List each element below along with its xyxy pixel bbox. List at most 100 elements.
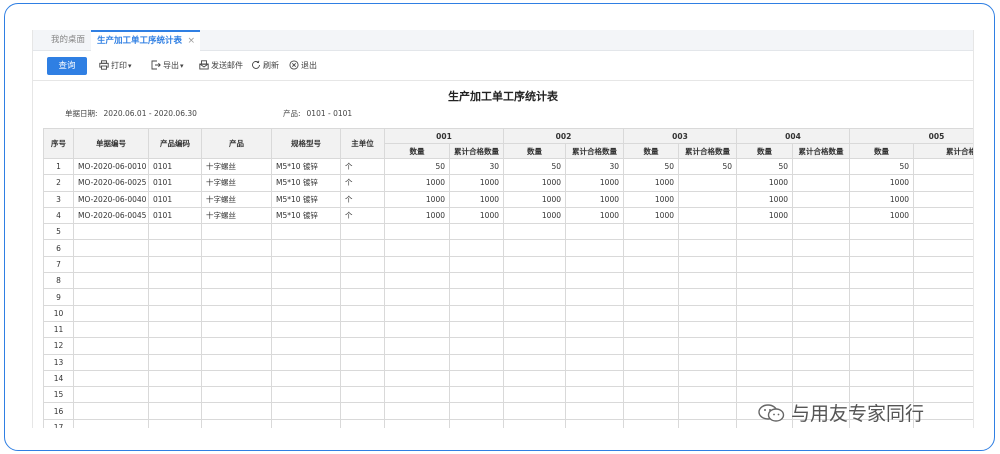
cell-seq: 10 [43,304,74,322]
table-row[interactable]: 2 MO-2020-06-0025 0101 十字螺丝 M5*10 镀锌个 1000 100… [43,174,973,192]
print-button[interactable]: 打印▾ [99,57,132,75]
export-button[interactable]: 导出▾ [151,57,184,75]
cell-quantity [384,272,450,290]
cell-cumulative-qualified [913,320,973,339]
refresh-icon [252,60,260,69]
cell-unit [340,320,385,339]
table-row[interactable]: 9 [43,288,973,306]
cell-product [201,239,272,257]
cell-quantity [849,369,914,388]
cell-product: 十字螺丝 [201,174,272,192]
cell-cumulative-qualified [792,353,850,371]
cell-quantity: 1000 [503,174,566,192]
cell-quantity [849,320,914,339]
cell-quantity [849,288,914,306]
table-row[interactable]: 8 [43,272,973,290]
tab-process-report[interactable]: 生产加工单工序统计表 × [91,30,201,51]
cell-seq: 6 [43,239,74,257]
cell-quantity [503,337,566,355]
table-row[interactable]: 12 [43,337,973,355]
cell-cumulative-qualified [678,288,737,306]
cell-prod-code: 0101 [148,190,202,208]
cell-seq: 9 [43,288,74,306]
cell-cumulative-qualified: 1000 [565,174,624,192]
cell-seq: 12 [43,337,74,355]
cell-product [201,418,272,428]
cell-cumulative-qualified: 1000 [449,174,504,192]
refresh-button[interactable]: 刷新 [251,57,279,75]
cell-seq: 3 [43,190,74,208]
query-button[interactable]: 查询 [47,57,87,75]
table-row[interactable]: 4 MO-2020-06-0045 0101 十字螺丝 M5*10 镀锌个 1000 100… [43,206,973,225]
cell-quantity [503,320,566,339]
send-mail-button[interactable]: 发送邮件 [199,57,243,75]
cell-cumulative-qualified: 1000 [449,190,504,208]
close-icon[interactable]: × [187,32,195,50]
cell-cumulative-qualified [678,369,737,388]
table-row[interactable]: 6 [43,239,973,257]
cell-spec [271,386,341,404]
table-row[interactable]: 10 [43,304,973,322]
cell-prod-code [148,320,202,339]
cell-cumulative-qualified [678,239,737,257]
chevron-down-icon: ▾ [128,62,132,70]
watermark-text: 与用友专家同行 [791,403,925,425]
header-quantity: 数量 [736,143,793,159]
cell-quantity [384,386,450,404]
cell-quantity: 50 [849,157,914,176]
cell-seq: 5 [43,223,74,241]
product-filter: 产品: 0101 - 0101 [283,108,352,119]
cell-cumulative-qualified [678,402,737,420]
table-row[interactable]: 1 MO-2020-06-0010 0101 十字螺丝 M5*10 镀锌个 50 30 50 3… [43,157,973,176]
cell-spec [271,255,341,274]
table-row[interactable]: 13 [43,353,973,371]
header-cumulative-qualified: 累计合格数量 [792,143,850,159]
table-row[interactable]: 5 [43,223,973,241]
cell-cumulative-qualified [678,337,737,355]
cell-quantity [736,288,793,306]
cell-quantity [849,223,914,241]
cell-cumulative-qualified [565,239,624,257]
table-row[interactable]: 3 MO-2020-06-0040 0101 十字螺丝 M5*10 镀锌个 1000 100… [43,190,973,208]
cell-quantity: 1000 [623,190,679,208]
cell-product [201,369,272,388]
cell-doc-no: MO-2020-06-0040 [73,190,149,208]
tab-desktop[interactable]: 我的桌面 [45,30,91,51]
cell-quantity [736,353,793,371]
cell-cumulative-qualified [678,206,737,225]
cell-cumulative-qualified [565,223,624,241]
cell-cumulative-qualified [913,272,973,290]
tab-desktop-label: 我的桌面 [51,35,86,45]
table-row[interactable]: 7 [43,255,973,274]
header-quantity: 数量 [623,143,679,159]
cell-quantity [503,402,566,420]
cell-spec [271,223,341,241]
cell-quantity: 1000 [623,174,679,192]
cell-doc-no [73,402,149,420]
exit-button[interactable]: 退出 [289,57,317,75]
cell-cumulative-qualified: 30 [449,157,504,176]
cell-quantity: 1000 [384,190,450,208]
cell-quantity [736,369,793,388]
cell-doc-no [73,255,149,274]
cell-doc-no [73,223,149,241]
cell-cumulative-qualified [913,157,973,176]
cell-quantity [623,353,679,371]
header-quantity: 数量 [384,143,450,159]
cell-cumulative-qualified [913,337,973,355]
cell-cumulative-qualified [565,272,624,290]
cell-spec [271,337,341,355]
cell-spec: M5*10 镀锌 [271,206,341,225]
cell-cumulative-qualified: 1000 [449,206,504,225]
header-cumulative-qualified: 累计合格数量 [565,143,624,159]
cell-product: 十字螺丝 [201,157,272,176]
mail-icon [199,60,209,70]
header-process: 001 [384,128,504,144]
cell-cumulative-qualified [792,320,850,339]
table-row[interactable]: 11 [43,320,973,339]
table-row[interactable]: 14 [43,369,973,388]
report-table: 序号 单据编号 产品编码 产品 规格型号 主单位 001 002 003 004… [43,128,973,428]
cell-seq: 15 [43,386,74,404]
cell-prod-code [148,337,202,355]
cell-cumulative-qualified [449,255,504,274]
